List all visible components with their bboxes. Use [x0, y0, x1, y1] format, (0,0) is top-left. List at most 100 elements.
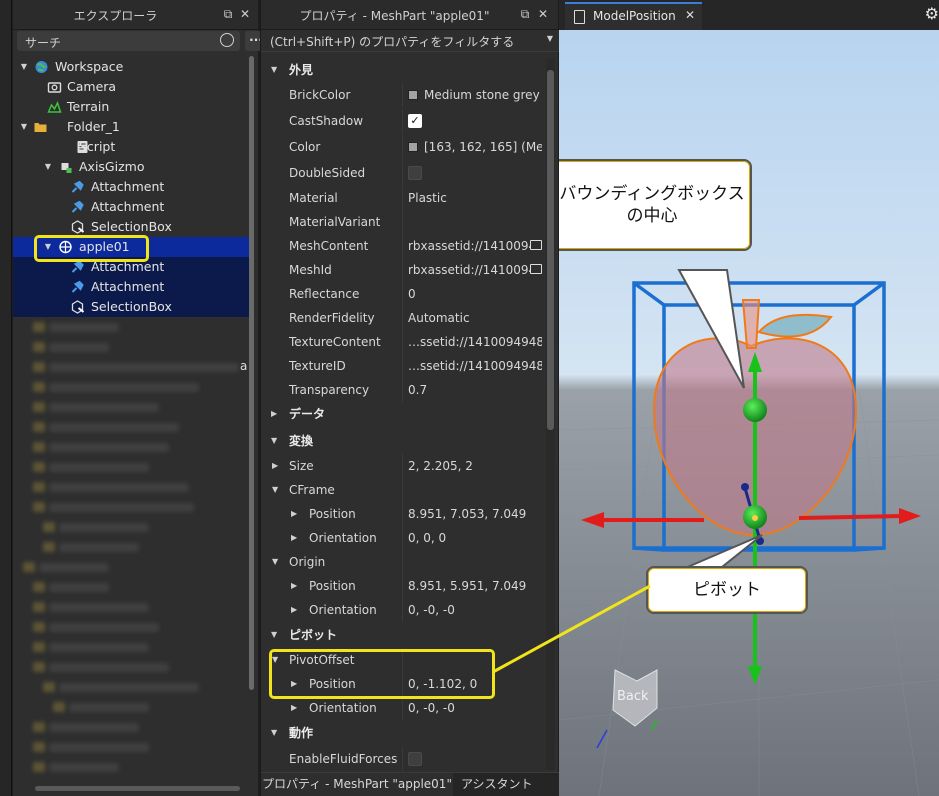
tree-item-attachment[interactable]: Attachment	[13, 177, 249, 197]
expand-arrow-icon[interactable]: ▶	[291, 502, 297, 526]
properties-scrollbar[interactable]	[546, 58, 555, 770]
expand-arrow-icon[interactable]: ▶	[291, 526, 297, 550]
explorer-search-input[interactable]: サーチ	[17, 31, 240, 51]
prop-value[interactable]: 0	[408, 282, 542, 306]
scrollbar-thumb[interactable]	[547, 70, 554, 430]
category-pivot[interactable]: ▼ ピボット	[261, 623, 545, 647]
collapse-arrow-icon[interactable]: ▼	[272, 478, 278, 502]
expand-arrow-icon[interactable]: ▶	[271, 402, 277, 426]
prop-value[interactable]: 0, -0, -0	[408, 598, 542, 622]
enablefluidforces-checkbox[interactable]	[408, 752, 422, 766]
collapse-arrow-icon[interactable]: ▼	[43, 157, 53, 177]
prop-row-doublesided[interactable]: DoubleSided	[261, 161, 545, 185]
expand-arrow-icon[interactable]: ▶	[291, 598, 297, 622]
prop-row-cframe-orientation[interactable]: ▶ Orientation 0, 0, 0	[261, 526, 545, 550]
tree-item-selectionbox[interactable]: SelectionBox	[13, 297, 249, 317]
undock-icon[interactable]: ⧉	[517, 6, 533, 22]
tree-item-attachment[interactable]: Attachment	[13, 197, 249, 217]
prop-row-renderfidelity[interactable]: RenderFidelity Automatic	[261, 306, 545, 330]
prop-value[interactable]: [163, 162, 165] (Me...	[408, 135, 542, 159]
tab-assistant[interactable]: アシスタント	[461, 773, 533, 796]
collapse-arrow-icon[interactable]: ▼	[271, 721, 277, 745]
expand-arrow-icon[interactable]: ▶	[272, 454, 278, 478]
prop-value[interactable]: …ssetid://14100949488	[408, 330, 542, 354]
category-data[interactable]: ▶ データ	[261, 402, 545, 426]
prop-value[interactable]: 8.951, 7.053, 7.049	[408, 502, 542, 526]
collapse-arrow-icon[interactable]: ▼	[19, 117, 29, 137]
bounding-center-ball[interactable]	[743, 398, 767, 422]
prop-value[interactable]: 0, -0, -0	[408, 696, 542, 720]
tree-item-folder[interactable]: ▼ Folder_1	[13, 117, 249, 137]
tab-properties[interactable]: プロパティ - MeshPart "apple01"	[261, 773, 453, 796]
tree-item-camera[interactable]: Camera	[13, 77, 249, 97]
tree-item-attachment[interactable]: Attachment	[13, 277, 249, 297]
prop-value[interactable]: Automatic	[408, 306, 542, 330]
prop-value[interactable]: …ssetid://14100949488	[408, 354, 542, 378]
prop-row-color[interactable]: Color [163, 162, 165] (Me...	[261, 135, 545, 159]
prop-row-cframe-position[interactable]: ▶ Position 8.951, 7.053, 7.049	[261, 502, 545, 526]
category-transform[interactable]: ▼ 変換	[261, 429, 545, 453]
prop-value[interactable]: Plastic	[408, 186, 542, 210]
prop-value[interactable]: Medium stone grey	[408, 83, 542, 107]
close-tab-icon[interactable]: ✕	[685, 8, 695, 22]
expand-arrow-icon[interactable]: ▶	[291, 574, 297, 598]
prop-row-size[interactable]: ▶ Size 2, 2.205, 2	[261, 454, 545, 478]
prop-row-texturecontent[interactable]: TextureContent …ssetid://14100949488	[261, 330, 545, 354]
prop-row-transparency[interactable]: Transparency 0.7	[261, 378, 545, 402]
prop-value[interactable]: 0, 0, 0	[408, 526, 542, 550]
prop-row-cframe[interactable]: ▼ CFrame	[261, 478, 545, 502]
prop-row-origin[interactable]: ▼ Origin	[261, 550, 545, 574]
collapse-arrow-icon[interactable]: ▼	[19, 57, 29, 77]
prop-value[interactable]: 8.951, 5.951, 7.049	[408, 574, 542, 598]
z-axis-knob[interactable]	[741, 483, 749, 491]
prop-value[interactable]: 2, 2.205, 2	[408, 454, 542, 478]
tab-modelposition[interactable]: ModelPosition ✕	[565, 2, 702, 30]
tree-item-selectionbox[interactable]: SelectionBox	[13, 217, 249, 237]
gear-icon[interactable]: ⚙	[925, 4, 939, 23]
tree-item-terrain[interactable]: Terrain	[13, 97, 249, 117]
folder-icon[interactable]	[530, 240, 542, 250]
prop-label: EnableFluidForces	[289, 752, 398, 766]
explorer-horizontal-scrollbar[interactable]	[35, 786, 240, 791]
doublesided-checkbox[interactable]	[408, 166, 422, 180]
close-icon[interactable]: ✕	[535, 6, 551, 22]
tree-item-workspace[interactable]: ▼ Workspace	[13, 57, 249, 77]
prop-value[interactable]: rbxassetid://1410094...	[408, 234, 530, 258]
collapse-arrow-icon[interactable]: ▼	[271, 429, 277, 453]
category-appearance[interactable]: ▼ 外見	[261, 58, 545, 82]
dropdown-arrow-icon[interactable]: ▼	[547, 34, 553, 43]
category-behavior[interactable]: ▼ 動作	[261, 721, 545, 745]
collapse-arrow-icon[interactable]: ▼	[271, 623, 277, 647]
prop-row-enablefluidforces[interactable]: EnableFluidForces	[261, 747, 545, 771]
collapse-arrow-icon[interactable]: ▼	[272, 550, 278, 574]
prop-row-textureid[interactable]: TextureID …ssetid://14100949488	[261, 354, 545, 378]
prop-row-origin-position[interactable]: ▶ Position 8.951, 5.951, 7.049	[261, 574, 545, 598]
property-filter-input[interactable]: (Ctrl+Shift+P) のプロパティをフィルタする ▼	[261, 30, 559, 52]
prop-row-meshid[interactable]: MeshId rbxassetid://1410094...	[261, 258, 545, 282]
prop-row-reflectance[interactable]: Reflectance 0	[261, 282, 545, 306]
prop-row-pivot-orientation[interactable]: ▶ Orientation 0, -0, -0	[261, 696, 545, 720]
x-axis-right-handle[interactable]	[798, 514, 905, 520]
history-icon[interactable]	[220, 33, 234, 47]
prop-row-origin-orientation[interactable]: ▶ Orientation 0, -0, -0	[261, 598, 545, 622]
prop-row-meshcontent[interactable]: MeshContent rbxassetid://1410094...	[261, 234, 545, 258]
prop-value[interactable]: 0.7	[408, 378, 542, 402]
explorer-scrollbar[interactable]	[249, 56, 254, 690]
prop-row-materialvariant[interactable]: MaterialVariant	[261, 210, 545, 234]
undock-icon[interactable]: ⧉	[220, 6, 236, 22]
explorer-title: エクスプローラ	[73, 9, 158, 23]
view-cube-back-label[interactable]: Back	[617, 689, 649, 704]
prop-value[interactable]: rbxassetid://1410094...	[408, 258, 530, 282]
collapse-arrow-icon[interactable]: ▼	[271, 58, 277, 82]
3d-scene[interactable]	[559, 30, 939, 796]
tree-item-axisgizmo[interactable]: ▼ AxisGizmo	[13, 157, 249, 177]
tree-item-script[interactable]: Script	[13, 137, 249, 157]
castshadow-checkbox[interactable]: ✓	[408, 114, 422, 128]
properties-title: プロパティ - MeshPart "apple01"	[299, 9, 490, 23]
prop-row-brickcolor[interactable]: BrickColor Medium stone grey	[261, 83, 545, 107]
prop-row-castshadow[interactable]: CastShadow ✓	[261, 109, 545, 133]
folder-icon[interactable]	[530, 264, 542, 274]
expand-arrow-icon[interactable]: ▶	[291, 696, 297, 720]
close-icon[interactable]: ✕	[237, 6, 253, 22]
prop-row-material[interactable]: Material Plastic	[261, 186, 545, 210]
